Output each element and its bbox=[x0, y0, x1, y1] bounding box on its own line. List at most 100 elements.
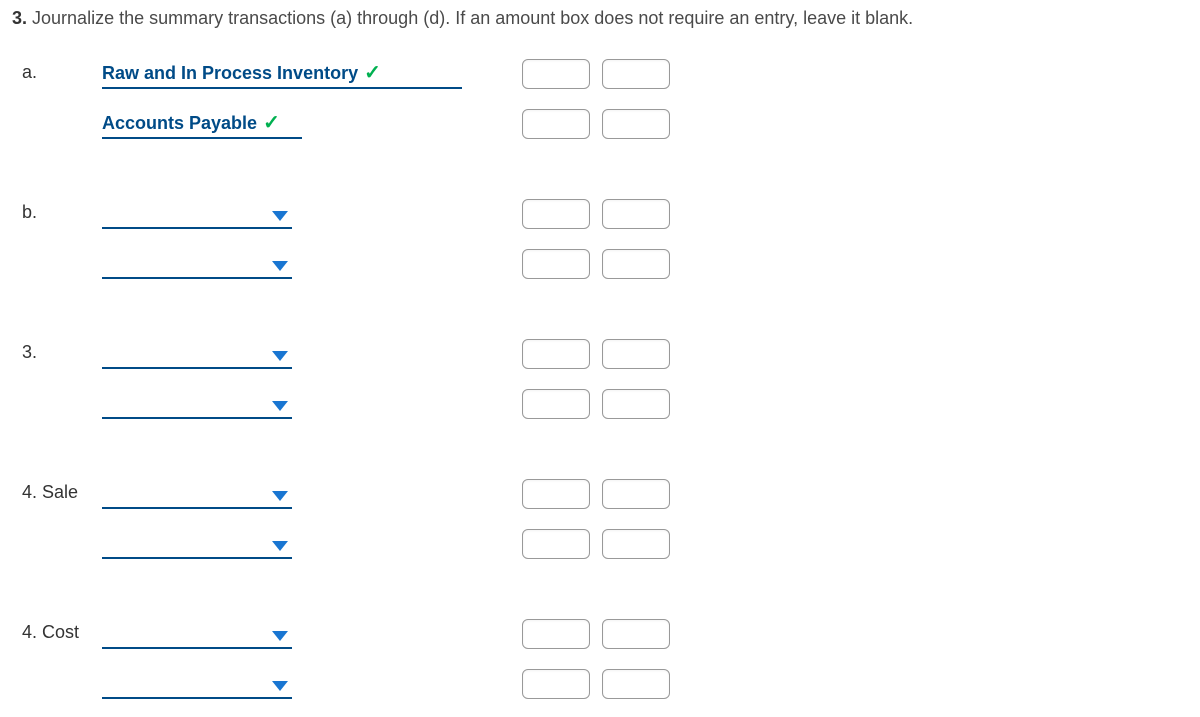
debit-input[interactable] bbox=[522, 669, 590, 699]
credit-input[interactable] bbox=[602, 59, 670, 89]
debit-input[interactable] bbox=[522, 109, 590, 139]
chevron-down-icon bbox=[272, 541, 288, 551]
row-container bbox=[22, 249, 682, 279]
row-container: Accounts Payable ✓ bbox=[22, 108, 682, 139]
journal-row bbox=[22, 659, 1188, 699]
row-label: b. bbox=[22, 202, 102, 229]
row-container: 4. Sale bbox=[22, 479, 682, 509]
credit-input[interactable] bbox=[602, 199, 670, 229]
account-cell bbox=[102, 251, 292, 279]
account-dropdown[interactable] bbox=[102, 391, 292, 419]
row-container: 3. bbox=[22, 339, 682, 369]
row-container bbox=[22, 669, 682, 699]
journal-row: Accounts Payable ✓ bbox=[22, 99, 1188, 139]
account-cell bbox=[102, 481, 292, 509]
row-container: a.Raw and In Process Inventory ✓ bbox=[22, 58, 682, 89]
account-dropdown[interactable] bbox=[102, 481, 292, 509]
credit-input[interactable] bbox=[602, 619, 670, 649]
row-container bbox=[22, 389, 682, 419]
account-cell bbox=[102, 621, 292, 649]
group-spacer bbox=[22, 429, 1188, 469]
debit-input[interactable] bbox=[522, 339, 590, 369]
chevron-down-icon bbox=[272, 401, 288, 411]
credit-input[interactable] bbox=[602, 249, 670, 279]
journal-row: 4. Cost bbox=[22, 609, 1188, 649]
credit-input[interactable] bbox=[602, 479, 670, 509]
row-container bbox=[22, 529, 682, 559]
debit-input[interactable] bbox=[522, 619, 590, 649]
chevron-down-icon bbox=[272, 631, 288, 641]
group-spacer bbox=[22, 289, 1188, 329]
debit-input[interactable] bbox=[522, 529, 590, 559]
row-label bbox=[22, 553, 102, 559]
chevron-down-icon bbox=[272, 261, 288, 271]
account-selected[interactable]: Accounts Payable ✓ bbox=[102, 108, 302, 139]
account-dropdown[interactable] bbox=[102, 621, 292, 649]
credit-input[interactable] bbox=[602, 109, 670, 139]
chevron-down-icon bbox=[272, 681, 288, 691]
row-label: a. bbox=[22, 62, 102, 89]
question-number: 3. bbox=[12, 8, 27, 28]
debit-input[interactable] bbox=[522, 479, 590, 509]
journal-table: a.Raw and In Process Inventory✓Accounts … bbox=[22, 49, 1188, 699]
journal-row bbox=[22, 519, 1188, 559]
journal-row: 4. Sale bbox=[22, 469, 1188, 509]
journal-row bbox=[22, 239, 1188, 279]
account-cell: Accounts Payable ✓ bbox=[102, 108, 302, 139]
chevron-down-icon bbox=[272, 211, 288, 221]
account-dropdown[interactable] bbox=[102, 531, 292, 559]
journal-row: a.Raw and In Process Inventory ✓ bbox=[22, 49, 1188, 89]
account-cell: Raw and In Process Inventory ✓ bbox=[102, 58, 462, 89]
account-cell bbox=[102, 341, 292, 369]
credit-input[interactable] bbox=[602, 339, 670, 369]
account-dropdown[interactable] bbox=[102, 341, 292, 369]
question-header: 3. Journalize the summary transactions (… bbox=[12, 8, 1188, 29]
row-label bbox=[22, 693, 102, 699]
row-container: b. bbox=[22, 199, 682, 229]
credit-input[interactable] bbox=[602, 669, 670, 699]
checkmark-icon: ✓ bbox=[263, 110, 280, 135]
row-label: 4. Sale bbox=[22, 482, 102, 509]
account-cell bbox=[102, 671, 292, 699]
row-container: 4. Cost bbox=[22, 619, 682, 649]
amount-boxes bbox=[512, 339, 682, 369]
amount-boxes bbox=[512, 199, 682, 229]
group-spacer bbox=[22, 569, 1188, 609]
account-dropdown[interactable] bbox=[102, 251, 292, 279]
account-selected[interactable]: Raw and In Process Inventory ✓ bbox=[102, 58, 462, 89]
amount-boxes bbox=[512, 529, 682, 559]
amount-boxes bbox=[512, 669, 682, 699]
amount-boxes bbox=[512, 479, 682, 509]
amount-boxes bbox=[512, 619, 682, 649]
journal-row: 3. bbox=[22, 329, 1188, 369]
row-label bbox=[22, 133, 102, 139]
account-cell bbox=[102, 531, 292, 559]
chevron-down-icon bbox=[272, 491, 288, 501]
amount-boxes bbox=[512, 59, 682, 89]
row-label: 4. Cost bbox=[22, 622, 102, 649]
debit-input[interactable] bbox=[522, 389, 590, 419]
group-spacer bbox=[22, 149, 1188, 189]
row-label bbox=[22, 413, 102, 419]
amount-boxes bbox=[512, 389, 682, 419]
debit-input[interactable] bbox=[522, 59, 590, 89]
credit-input[interactable] bbox=[602, 389, 670, 419]
question-text: Journalize the summary transactions (a) … bbox=[32, 8, 913, 28]
amount-boxes bbox=[512, 249, 682, 279]
debit-input[interactable] bbox=[522, 199, 590, 229]
account-dropdown[interactable] bbox=[102, 671, 292, 699]
debit-input[interactable] bbox=[522, 249, 590, 279]
account-cell bbox=[102, 391, 292, 419]
journal-row: b. bbox=[22, 189, 1188, 229]
amount-boxes bbox=[512, 109, 682, 139]
checkmark-icon: ✓ bbox=[364, 60, 381, 85]
credit-input[interactable] bbox=[602, 529, 670, 559]
account-text: Raw and In Process Inventory bbox=[102, 63, 358, 84]
row-label: 3. bbox=[22, 342, 102, 369]
chevron-down-icon bbox=[272, 351, 288, 361]
journal-row bbox=[22, 379, 1188, 419]
account-dropdown[interactable] bbox=[102, 201, 292, 229]
row-label bbox=[22, 273, 102, 279]
account-cell bbox=[102, 201, 292, 229]
account-text: Accounts Payable bbox=[102, 113, 257, 134]
